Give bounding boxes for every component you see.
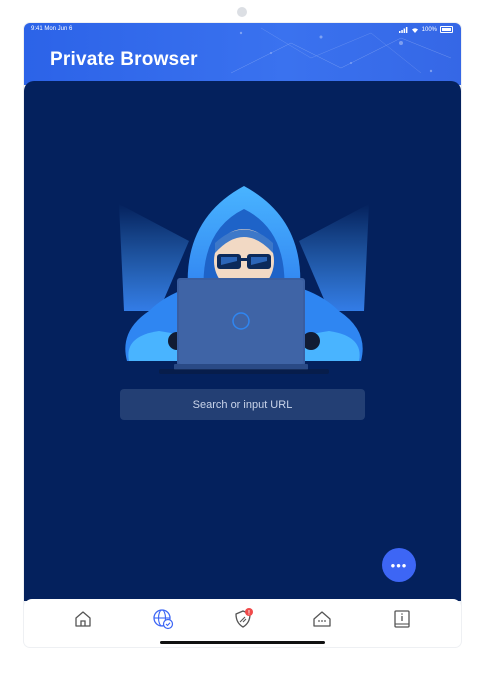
more-icon: ••• bbox=[390, 557, 408, 573]
home-indicator bbox=[160, 641, 325, 644]
home-icon[interactable] bbox=[72, 608, 94, 630]
main-content: Search or input URL ••• bbox=[24, 81, 461, 601]
battery-percent: 100% bbox=[421, 26, 437, 33]
more-options-button[interactable]: ••• bbox=[382, 548, 416, 582]
info-book-icon[interactable] bbox=[391, 608, 413, 630]
shield-badge-icon[interactable]: ! bbox=[232, 608, 254, 630]
status-time: 9:41 Mon Jun 6 bbox=[31, 26, 73, 32]
status-right: 100% bbox=[398, 26, 453, 33]
house-dots-icon[interactable] bbox=[311, 608, 333, 630]
page-title: Private Browser bbox=[50, 49, 198, 70]
front-camera bbox=[237, 7, 247, 17]
ipad-screen: 9:41 Mon Jun 6 100% Private Browser Sear… bbox=[24, 23, 461, 647]
notification-badge: ! bbox=[248, 610, 250, 616]
url-search-input[interactable]: Search or input URL bbox=[120, 389, 365, 420]
globe-shield-icon[interactable] bbox=[152, 608, 174, 630]
hacker-illustration bbox=[119, 186, 369, 374]
wifi-icon bbox=[411, 27, 418, 33]
signal-icon bbox=[398, 26, 408, 33]
bottom-tab-bar: ! bbox=[24, 599, 461, 647]
search-placeholder: Search or input URL bbox=[192, 398, 293, 411]
battery-icon bbox=[440, 26, 453, 33]
app-header: 9:41 Mon Jun 6 100% Private Browser bbox=[24, 23, 461, 85]
status-bar: 9:41 Mon Jun 6 100% bbox=[24, 25, 461, 37]
